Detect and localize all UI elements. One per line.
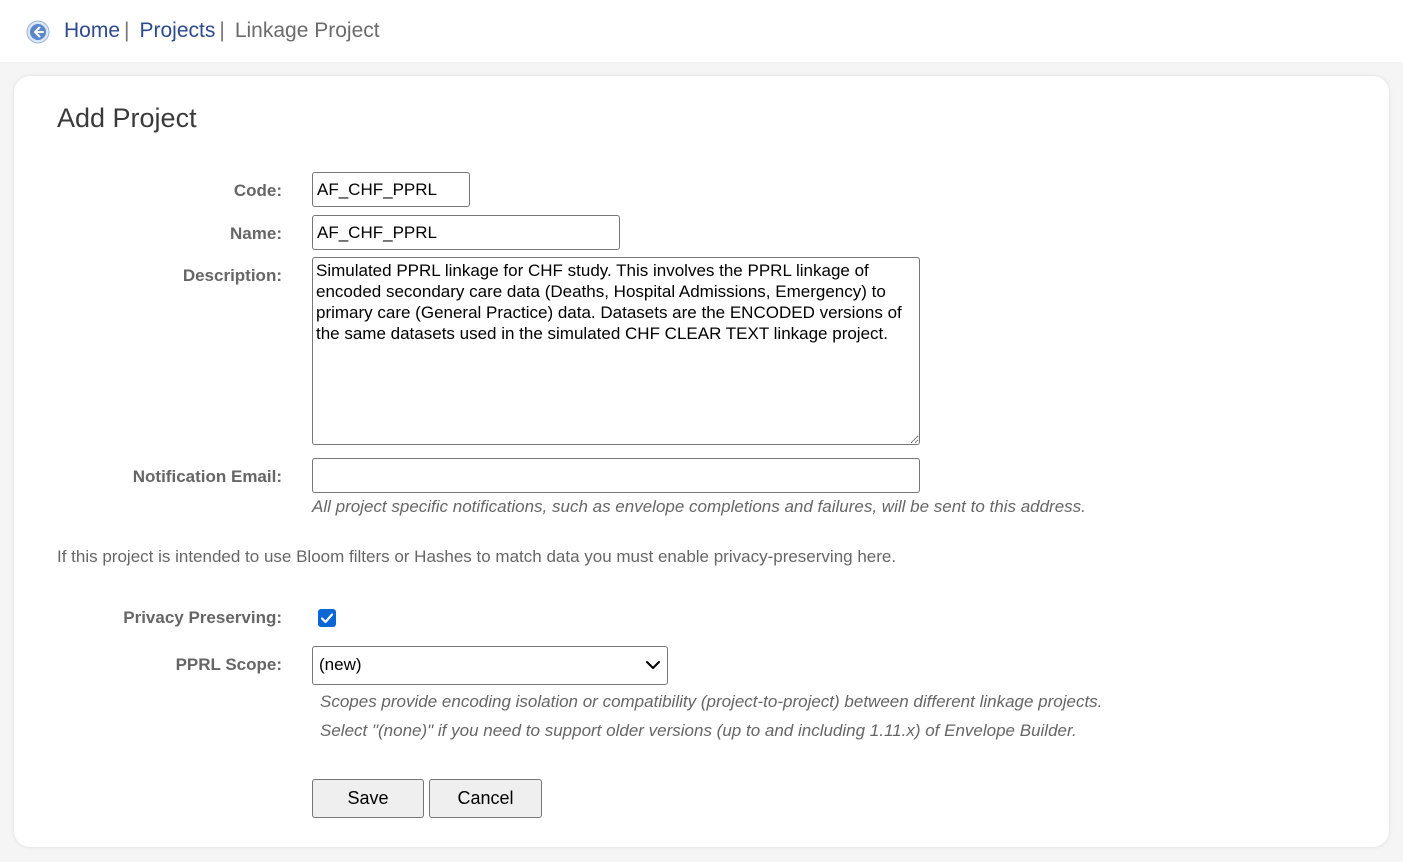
save-button[interactable]: Save: [312, 779, 424, 818]
description-textarea[interactable]: Simulated PPRL linkage for CHF study. Th…: [312, 257, 920, 445]
breadcrumb-separator: |: [124, 19, 130, 42]
privacy-preserving-checkbox[interactable]: [318, 609, 336, 627]
add-project-panel: Add Project Code: Name: Description: Sim…: [14, 76, 1389, 847]
notification-email-hint: All project specific notifications, such…: [312, 497, 1086, 516]
top-bar: Home | Projects | Linkage Project: [0, 0, 1403, 62]
pprl-scope-label: PPRL Scope:: [175, 655, 282, 674]
notification-email-input[interactable]: [312, 458, 920, 493]
pprl-scope-select[interactable]: (new): [312, 646, 668, 685]
cancel-button[interactable]: Cancel: [429, 779, 542, 818]
name-label: Name:: [230, 224, 282, 243]
code-input[interactable]: [312, 172, 470, 207]
description-label: Description:: [182, 266, 282, 285]
pprl-scope-hint-1: Scopes provide encoding isolation or com…: [320, 692, 1103, 711]
notification-email-label: Notification Email:: [132, 467, 282, 486]
breadcrumb-projects-link[interactable]: Projects: [140, 19, 216, 42]
checkmark-icon: [320, 613, 334, 624]
breadcrumb-current: Linkage Project: [234, 19, 380, 42]
name-input[interactable]: [312, 215, 620, 250]
privacy-preserving-label: Privacy Preserving:: [123, 608, 282, 627]
pprl-scope-selected-value: (new): [319, 655, 362, 674]
breadcrumb: Home | Projects | Linkage Project: [64, 18, 380, 44]
code-label: Code:: [233, 181, 282, 200]
chevron-down-icon: [646, 661, 660, 669]
back-arrow-icon[interactable]: [26, 20, 50, 44]
page-title: Add Project: [57, 103, 197, 133]
privacy-info-text: If this project is intended to use Bloom…: [57, 547, 897, 566]
breadcrumb-home-link[interactable]: Home: [64, 19, 120, 42]
breadcrumb-separator: |: [219, 19, 225, 42]
pprl-scope-hint-2: Select "(none)" if you need to support o…: [320, 721, 1077, 740]
